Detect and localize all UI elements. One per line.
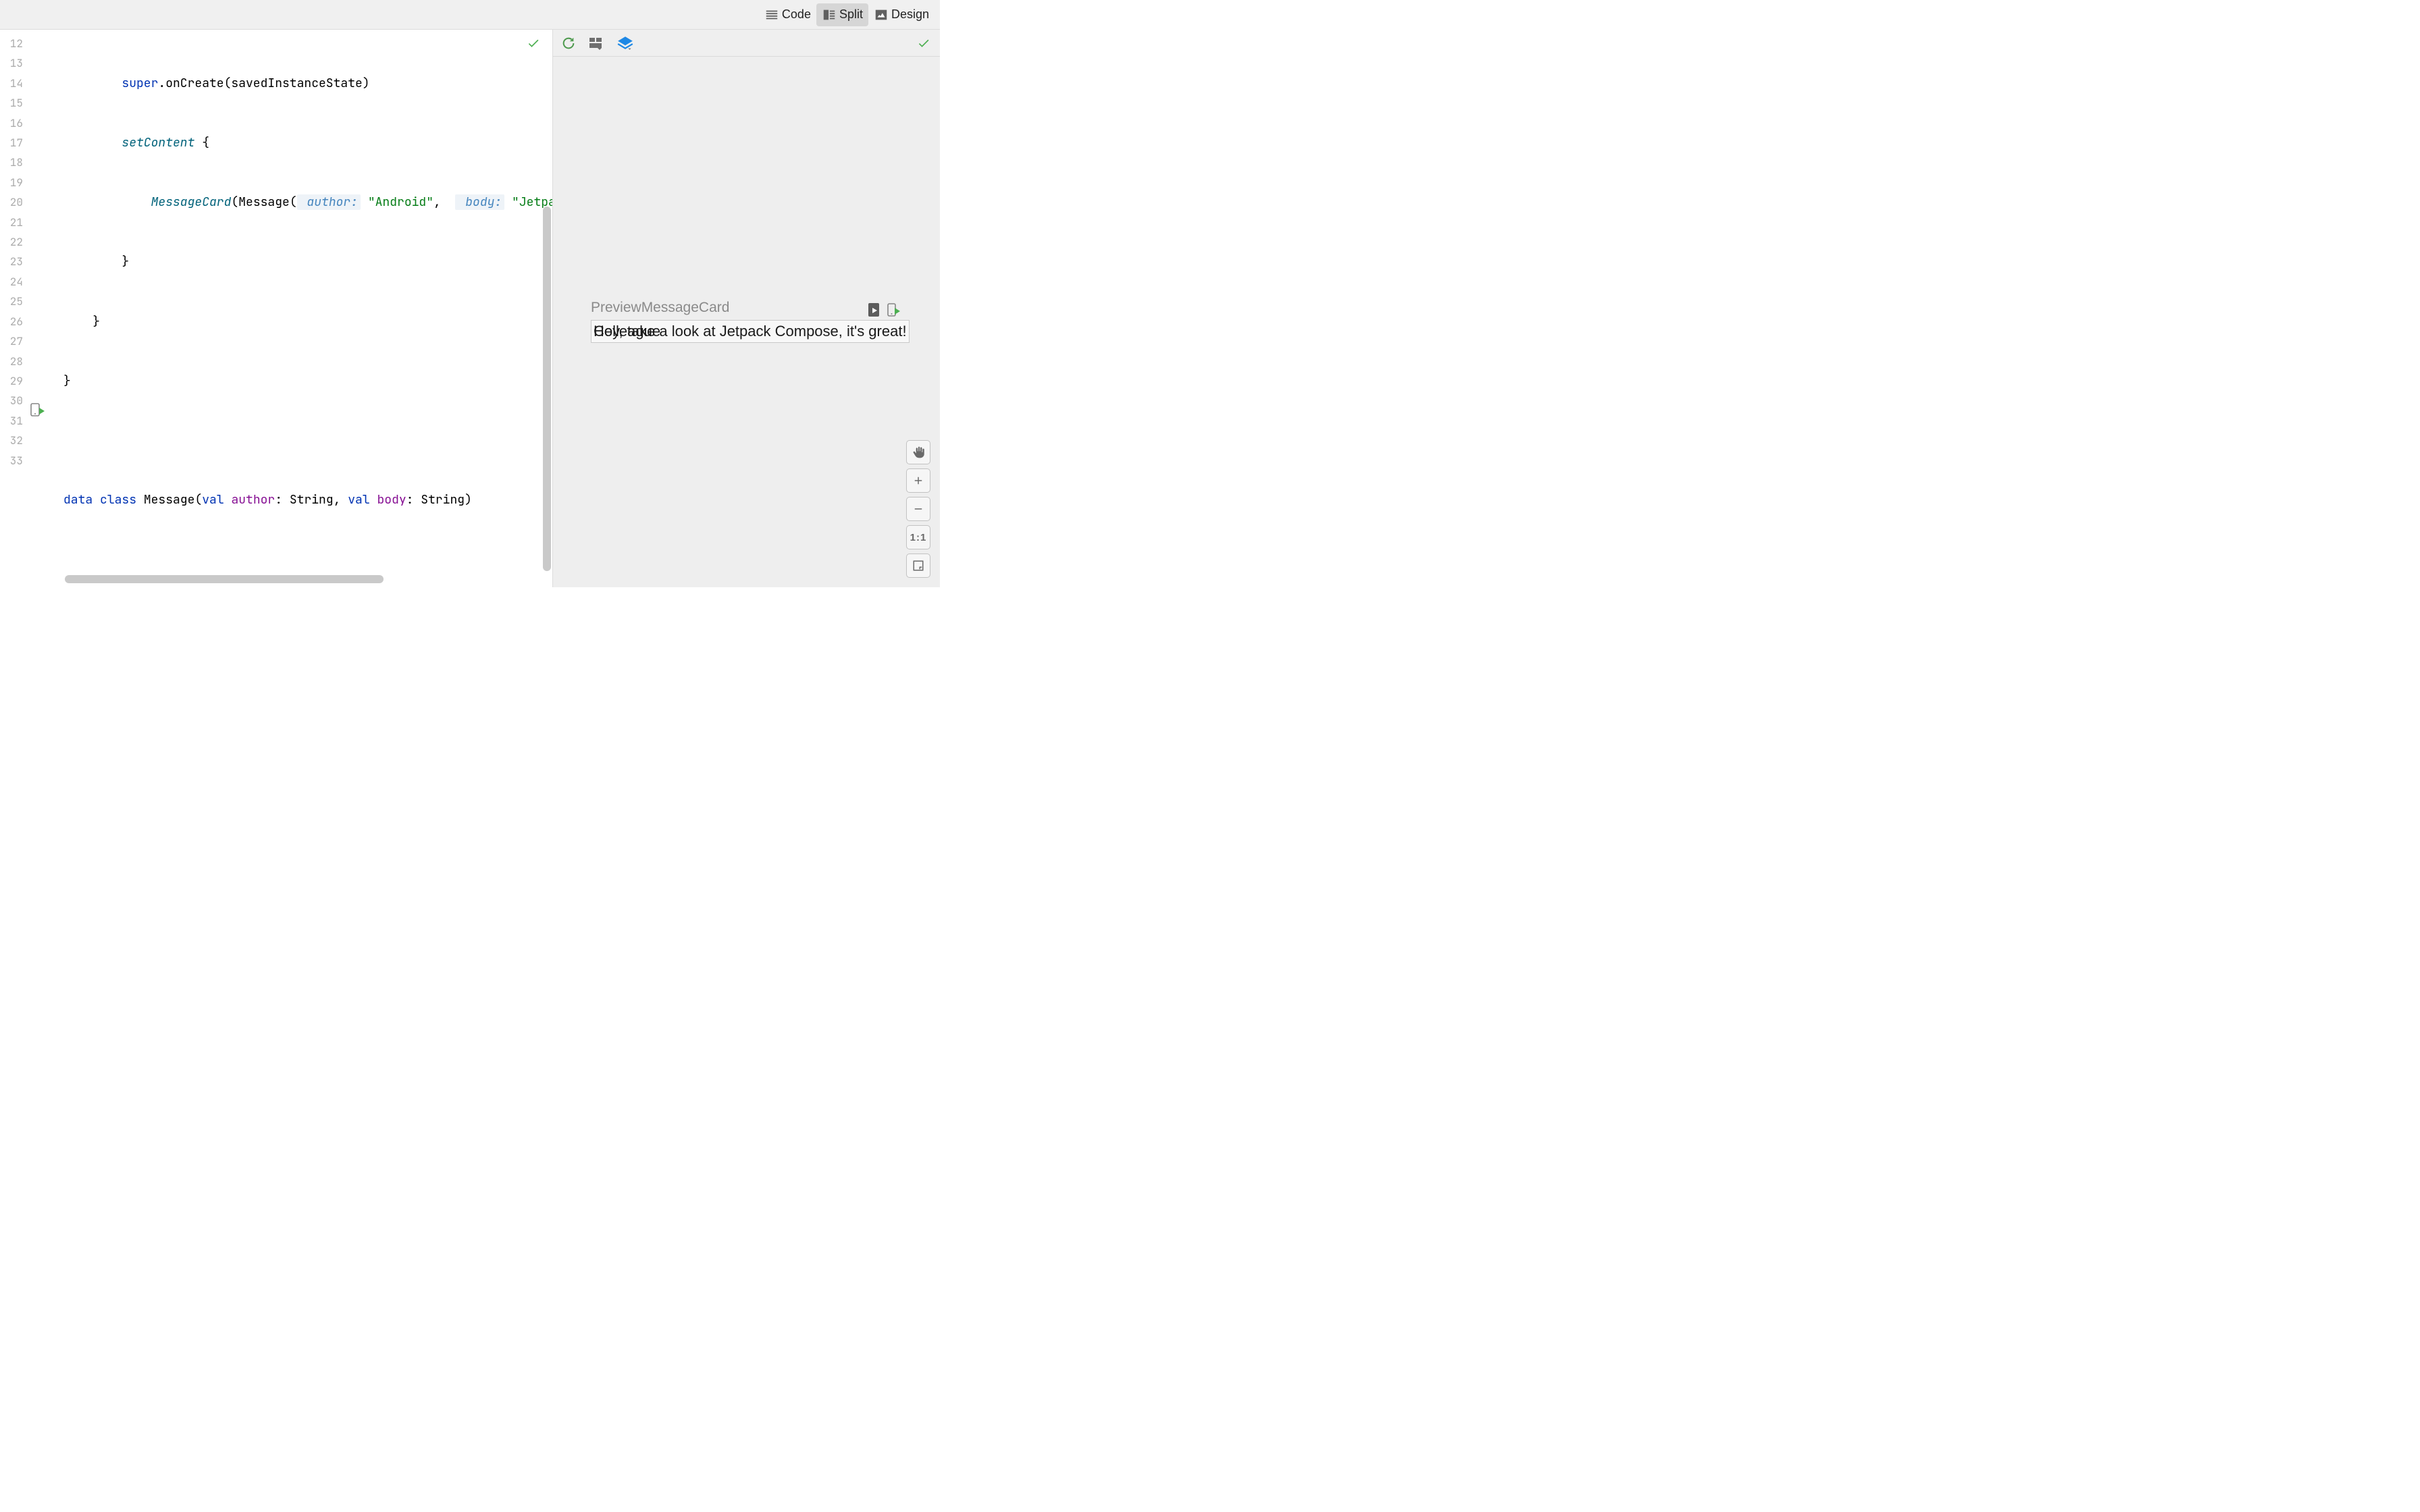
line-number: 26 xyxy=(0,312,26,331)
line-number: 30 xyxy=(0,391,26,410)
view-tabs: Code Split Design xyxy=(759,3,935,26)
image-icon xyxy=(874,7,889,22)
preview-toolbar xyxy=(553,30,940,57)
zoom-in-button[interactable] xyxy=(906,468,930,493)
preview-content: PreviewMessageCard Colleague Hey, take a… xyxy=(553,57,940,343)
line-number: 19 xyxy=(0,173,26,192)
list-icon xyxy=(764,7,779,22)
preview-run-icon[interactable] xyxy=(30,402,46,417)
split-icon xyxy=(822,7,837,22)
line-number: 32 xyxy=(0,431,26,450)
zoom-reset-button[interactable]: 1:1 xyxy=(906,525,930,549)
deploy-preview-icon[interactable] xyxy=(887,302,901,317)
view-tab-split[interactable]: Split xyxy=(816,3,868,26)
line-number: 33 xyxy=(0,451,26,470)
editor[interactable]: 1213141516171819202122232425262728293031… xyxy=(0,30,552,587)
minus-icon xyxy=(912,503,924,515)
line-number: 18 xyxy=(0,153,26,172)
main-area: 1213141516171819202122232425262728293031… xyxy=(0,30,940,587)
top-toolbar: Code Split Design xyxy=(0,0,940,30)
zoom-out-button[interactable] xyxy=(906,497,930,521)
line-number: 12 xyxy=(0,34,26,53)
view-tab-code[interactable]: Code xyxy=(759,3,816,26)
line-gutter: 1213141516171819202122232425262728293031… xyxy=(0,30,26,587)
editor-pane: 1213141516171819202122232425262728293031… xyxy=(0,30,552,587)
fit-icon xyxy=(912,560,924,572)
line-number: 24 xyxy=(0,272,26,292)
line-number: 20 xyxy=(0,192,26,212)
line-number: 27 xyxy=(0,331,26,351)
line-number: 28 xyxy=(0,352,26,371)
line-number: 31 xyxy=(0,411,26,431)
view-tab-design-label: Design xyxy=(891,7,929,22)
refresh-icon[interactable] xyxy=(561,36,576,51)
editor-horizontal-scrollbar[interactable] xyxy=(65,575,384,583)
line-number: 15 xyxy=(0,93,26,113)
preview-render[interactable]: Colleague Hey, take a look at Jetpack Co… xyxy=(591,320,910,343)
layout-icon[interactable] xyxy=(588,36,604,51)
view-tab-code-label: Code xyxy=(782,7,811,22)
hand-icon xyxy=(912,446,925,459)
line-number: 21 xyxy=(0,213,26,232)
preview-ok-icon[interactable] xyxy=(917,36,930,50)
line-number: 22 xyxy=(0,232,26,252)
interactive-preview-icon[interactable] xyxy=(868,302,880,317)
view-tab-split-label: Split xyxy=(839,7,863,22)
zoom-ratio-label: 1:1 xyxy=(910,532,927,543)
line-number: 13 xyxy=(0,53,26,73)
view-tab-design[interactable]: Design xyxy=(868,3,935,26)
line-number: 23 xyxy=(0,252,26,271)
plus-icon xyxy=(912,475,924,487)
line-number: 14 xyxy=(0,74,26,93)
layers-icon[interactable] xyxy=(616,35,634,51)
line-number: 17 xyxy=(0,133,26,153)
editor-vertical-scrollbar[interactable] xyxy=(543,207,551,571)
pan-button[interactable] xyxy=(906,440,930,464)
zoom-controls: 1:1 xyxy=(906,440,930,578)
preview-title: PreviewMessageCard xyxy=(591,300,729,316)
preview-pane: PreviewMessageCard Colleague Hey, take a… xyxy=(552,30,940,587)
zoom-fit-button[interactable] xyxy=(906,554,930,578)
line-number: 29 xyxy=(0,371,26,391)
inspection-ok-icon[interactable] xyxy=(527,36,540,50)
line-number: 16 xyxy=(0,113,26,133)
code-body[interactable]: super.onCreate(savedInstanceState) setCo… xyxy=(51,30,552,587)
line-number: 25 xyxy=(0,292,26,311)
gutter-icons xyxy=(26,30,51,587)
preview-text-body: Hey, take a look at Jetpack Compose, it'… xyxy=(594,323,907,340)
